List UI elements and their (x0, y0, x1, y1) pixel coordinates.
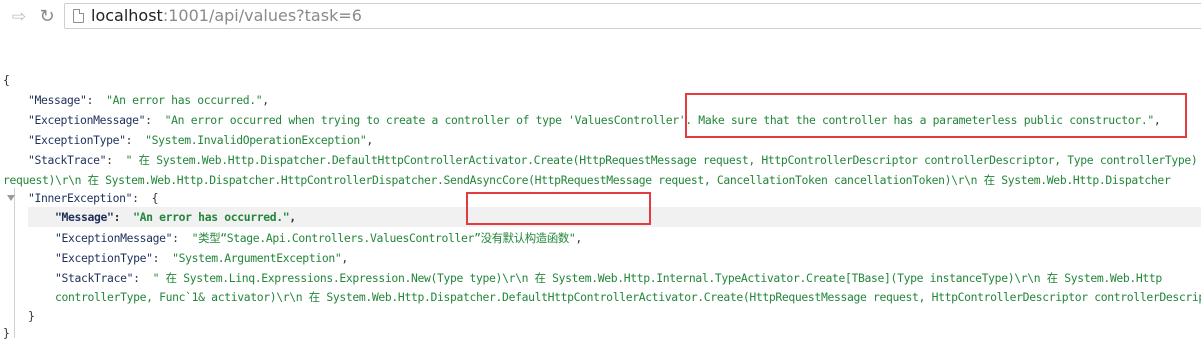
json-value: " 在 System.Linq.Expressions.Expression.N… (152, 271, 1163, 285)
json-row-exception-type: "ExceptionType": "System.InvalidOperatio… (28, 133, 373, 147)
json-value: "System.ArgumentException" (172, 251, 342, 265)
json-key: "ExceptionType" (55, 251, 153, 265)
browser-toolbar: ⇨ ↻ localhost:1001/api/values?task=6 (0, 0, 1201, 34)
json-key: "Message" (55, 210, 114, 224)
reload-icon[interactable]: ↻ (36, 6, 58, 28)
json-row-inner-stack-trace-wrap: controllerType, Func`1& activator)\r\n 在… (0, 287, 1201, 307)
json-key: "StackTrace" (55, 271, 134, 285)
json-row-stack-trace-wrap: request)\r\n 在 System.Web.Http.Dispatche… (0, 170, 1171, 190)
json-row-inner-message: "Message": "An error has occurred.", (55, 210, 296, 224)
json-value: "An error has occurred." (133, 210, 290, 224)
json-value: "System.InvalidOperationException" (145, 133, 367, 147)
json-row-message: "Message": "An error has occurred.", (28, 93, 269, 107)
json-value: "An error occurred when trying to create… (164, 113, 1155, 127)
json-value: "An error has occurred." (106, 93, 263, 107)
json-key: "ExceptionMessage" (55, 231, 173, 245)
json-close-brace: } (3, 326, 10, 340)
json-value: controllerType, Func`1& activator)\r\n 在… (55, 290, 1201, 304)
json-key: "Message" (28, 93, 87, 107)
json-value: " 在 System.Web.Http.Dispatcher.DefaultHt… (125, 153, 1198, 167)
address-bar[interactable]: localhost:1001/api/values?task=6 (64, 3, 1201, 29)
json-row-inner-exception-message: "ExceptionMessage": "类型“Stage.Api.Contro… (55, 231, 582, 245)
json-row-inner-exception[interactable]: "InnerException": { (0, 188, 159, 208)
collapse-toggle-icon[interactable] (7, 195, 15, 201)
json-value: request)\r\n 在 System.Web.Http.Dispatche… (3, 173, 1171, 187)
json-key: "ExceptionType" (28, 133, 126, 147)
json-row-inner-stack-trace: "StackTrace": " 在 System.Linq.Expression… (55, 271, 1163, 285)
json-key: "StackTrace" (28, 153, 107, 167)
json-value: "类型“Stage.Api.Controllers.ValuesControll… (191, 231, 576, 245)
json-open-brace: { (3, 73, 10, 87)
json-row-stack-trace: "StackTrace": " 在 System.Web.Http.Dispat… (28, 153, 1198, 167)
url-host: localhost (91, 6, 163, 25)
json-key: "InnerException" (28, 191, 133, 205)
page-icon (73, 9, 84, 23)
json-key: "ExceptionMessage" (28, 113, 146, 127)
url-path: :1001/api/values?task=6 (162, 6, 362, 25)
json-row-exception-message: "ExceptionMessage": "An error occurred w… (28, 113, 1161, 127)
url-text[interactable]: localhost:1001/api/values?task=6 (91, 6, 362, 26)
back-arrow-icon[interactable]: ⇨ (8, 6, 30, 28)
json-row-inner-exception-type: "ExceptionType": "System.ArgumentExcepti… (55, 251, 348, 265)
